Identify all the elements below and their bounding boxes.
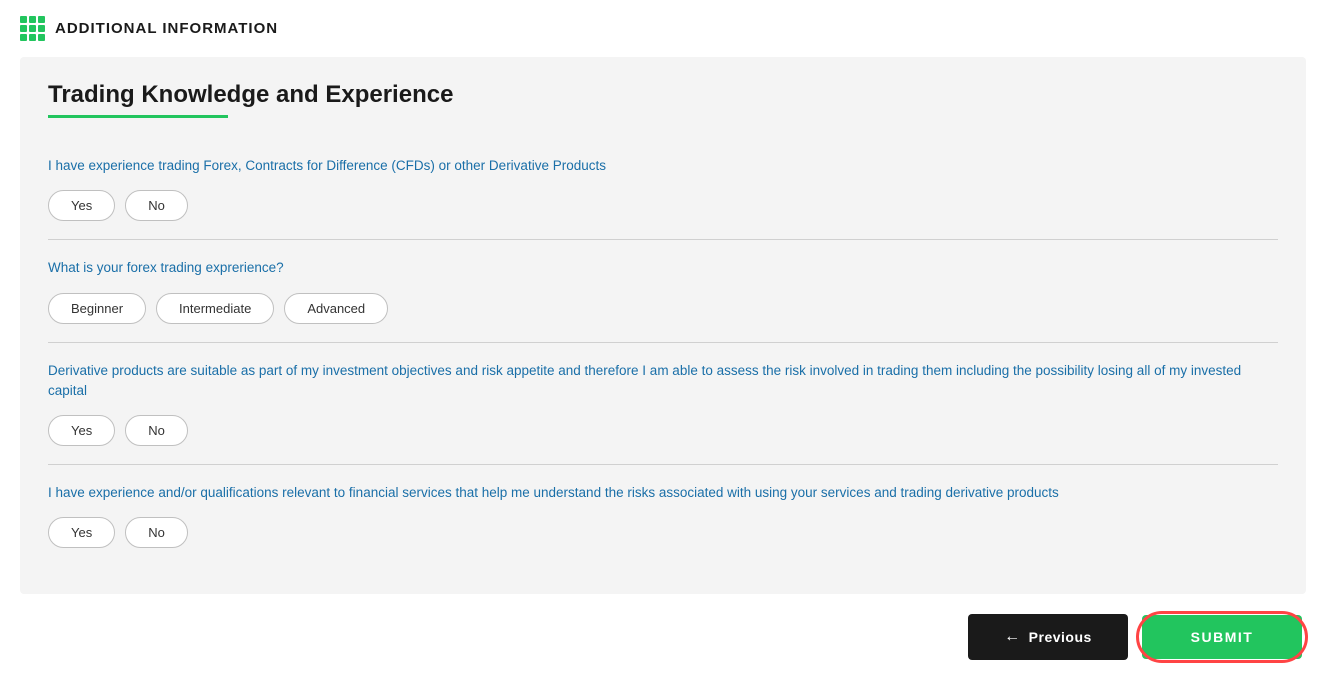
card-heading: Trading Knowledge and Experience	[48, 81, 1278, 109]
grid-icon	[20, 16, 45, 41]
q2-intermediate-button[interactable]: Intermediate	[156, 293, 274, 324]
page-wrapper: ADDITIONAL INFORMATION Trading Knowledge…	[0, 0, 1326, 676]
q2-beginner-button[interactable]: Beginner	[48, 293, 146, 324]
q4-no-button[interactable]: No	[125, 517, 188, 548]
previous-label: Previous	[1029, 629, 1092, 645]
q4-yes-button[interactable]: Yes	[48, 517, 115, 548]
page-title: ADDITIONAL INFORMATION	[55, 20, 278, 37]
q2-advanced-button[interactable]: Advanced	[284, 293, 388, 324]
question-text-3: Derivative products are suitable as part…	[48, 361, 1278, 402]
q1-no-button[interactable]: No	[125, 190, 188, 221]
btn-group-1: Yes No	[48, 190, 1278, 221]
btn-group-2: Beginner Intermediate Advanced	[48, 293, 1278, 324]
q1-yes-button[interactable]: Yes	[48, 190, 115, 221]
q3-yes-button[interactable]: Yes	[48, 415, 115, 446]
page-header: ADDITIONAL INFORMATION	[20, 16, 1306, 41]
main-card: Trading Knowledge and Experience I have …	[20, 57, 1306, 594]
arrow-left-icon: ←	[1004, 628, 1021, 646]
btn-group-4: Yes No	[48, 517, 1278, 548]
heading-underline	[48, 115, 228, 118]
question-section-1: I have experience trading Forex, Contrac…	[48, 138, 1278, 240]
question-section-3: Derivative products are suitable as part…	[48, 343, 1278, 466]
question-text-4: I have experience and/or qualifications …	[48, 483, 1278, 503]
submit-button[interactable]: SUBMIT	[1142, 615, 1302, 659]
question-text-1: I have experience trading Forex, Contrac…	[48, 156, 1278, 176]
btn-group-3: Yes No	[48, 415, 1278, 446]
question-section-2: What is your forex trading exprerience? …	[48, 240, 1278, 342]
question-text-2: What is your forex trading exprerience?	[48, 258, 1278, 278]
question-section-4: I have experience and/or qualifications …	[48, 465, 1278, 566]
footer-actions: ← Previous SUBMIT	[20, 614, 1306, 660]
q3-no-button[interactable]: No	[125, 415, 188, 446]
submit-button-wrapper: SUBMIT	[1142, 615, 1302, 659]
previous-button[interactable]: ← Previous	[968, 614, 1128, 660]
